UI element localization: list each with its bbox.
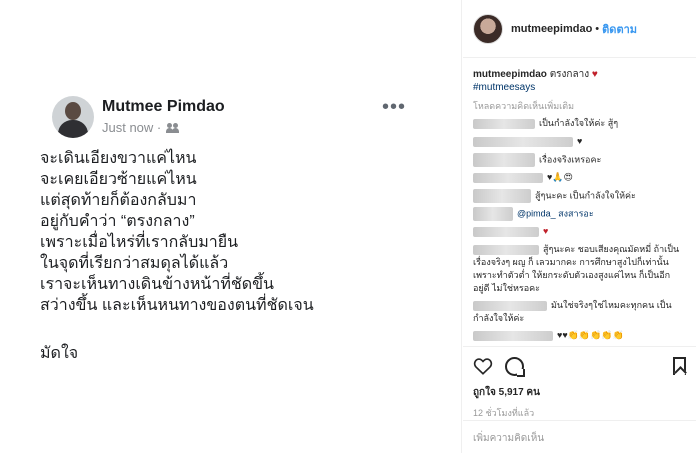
comment-text: ♥🙏😍 xyxy=(547,172,573,182)
comment-text: ♥ xyxy=(577,136,583,146)
status-line: เพราะเมื่อไหร่ที่เรากลับมายืน xyxy=(40,234,239,251)
more-options-icon: ••• xyxy=(382,96,407,118)
post-time: Just now · xyxy=(102,120,162,135)
header-username[interactable]: mutmeepimdao xyxy=(511,23,592,35)
author-avatar xyxy=(52,96,94,138)
add-comment-input[interactable]: เพิ่มความคิดเห็น xyxy=(463,420,696,453)
comment-text: เรื่องจริงเหรอคะ xyxy=(539,154,602,165)
comment-text: @pimda_ สงสารอะ xyxy=(517,208,594,219)
caption-hashtag[interactable]: #mutmeesays xyxy=(473,81,686,94)
like-heart-icon[interactable] xyxy=(473,357,493,375)
comment-item: ♥♥👏👏👏👏👏 xyxy=(473,329,686,343)
comment-item: มันใช่จริงๆใช่ไหมคะทุกคน เป็นกำลังใจให้ค… xyxy=(473,299,686,325)
comment-item: เป็นกำลังใจให้ค่ะ สู้ๆ xyxy=(473,117,686,131)
comment-text: เป็นกำลังใจให้ค่ะ สู้ๆ xyxy=(539,118,619,128)
comment-item: เรื่องจริงเหรอคะ xyxy=(473,153,686,167)
caption-text: ตรงกลาง xyxy=(549,69,590,80)
author-name: Mutmee Pimdao xyxy=(102,98,225,115)
friends-icon xyxy=(166,122,180,133)
comments-section: mutmeepimdao ตรงกลาง ♥ #mutmeesays โหลดค… xyxy=(463,60,696,346)
post-timestamp: 12 ชั่วโมงที่แล้ว xyxy=(473,408,535,418)
status-line: เราจะเห็นทางเดินข้างหน้าที่ชัดขึ้น xyxy=(40,276,274,293)
status-signoff: มัดใจ xyxy=(40,345,79,362)
comment-bubble-icon[interactable] xyxy=(505,356,525,377)
follow-button[interactable]: ติดตาม xyxy=(602,20,637,38)
status-line: จะเดินเอียงขวาแค่ไหน xyxy=(40,150,197,167)
comment-text: ♥ xyxy=(543,226,549,236)
status-line: อยู่กับคำว่า “ตรงกลาง” xyxy=(40,213,195,230)
comment-text: ♥♥👏👏👏👏👏 xyxy=(557,330,624,340)
post-header: mutmeepimdao • ติดตาม xyxy=(463,0,696,58)
post-meta: Just now · xyxy=(102,120,180,135)
likes-count[interactable]: ถูกใจ 5,917 คน xyxy=(473,385,686,400)
post-sidebar: mutmeepimdao • ติดตาม mutmeepimdao ตรงกล… xyxy=(463,0,696,453)
load-more-comments-button[interactable]: โหลดความคิดเห็นเพิ่มเติม xyxy=(473,100,686,113)
comment-item: @pimda_ สงสารอะ xyxy=(473,207,686,221)
separator-dot: • xyxy=(595,22,600,35)
heart-emoji-icon: ♥ xyxy=(591,69,598,80)
caption-username[interactable]: mutmeepimdao xyxy=(473,69,547,80)
comment-item: ♥ xyxy=(473,135,686,149)
post-image: Mutmee Pimdao Just now · ••• จะเดินเอียง… xyxy=(0,0,462,453)
post-caption: mutmeepimdao ตรงกลาง ♥ #mutmeesays xyxy=(473,68,686,94)
status-line: แต่สุดท้ายก็ต้องกลับมา xyxy=(40,192,197,209)
comment-item: ♥🙏😍 xyxy=(473,171,686,185)
post-actions: ถูกใจ 5,917 คน 12 ชั่วโมงที่แล้ว xyxy=(463,346,696,420)
comment-text: สู้ๆนะคะ เป็นกำลังใจให้ค่ะ xyxy=(535,190,636,201)
status-line: สว่างขึ้น และเห็นหนทางของตนที่ชัดเจน xyxy=(40,297,314,314)
profile-avatar[interactable] xyxy=(473,13,503,44)
comment-item: สู้ๆนะคะ ชอบเสียงคุณมัดหมี่ ถ้าเป็นเรื่อ… xyxy=(473,243,686,295)
status-text: จะเดินเอียงขวาแค่ไหน จะเคยเอียวซ้ายแค่ไห… xyxy=(40,148,420,316)
status-line: ในจุดที่เรียกว่าสมดุลได้แล้ว xyxy=(40,255,229,272)
comment-item: ♥ xyxy=(473,225,686,239)
comment-item: สู้ๆนะคะ เป็นกำลังใจให้ค่ะ xyxy=(473,189,686,203)
bookmark-icon[interactable] xyxy=(673,357,686,375)
status-line: จะเคยเอียวซ้ายแค่ไหน xyxy=(40,171,197,188)
